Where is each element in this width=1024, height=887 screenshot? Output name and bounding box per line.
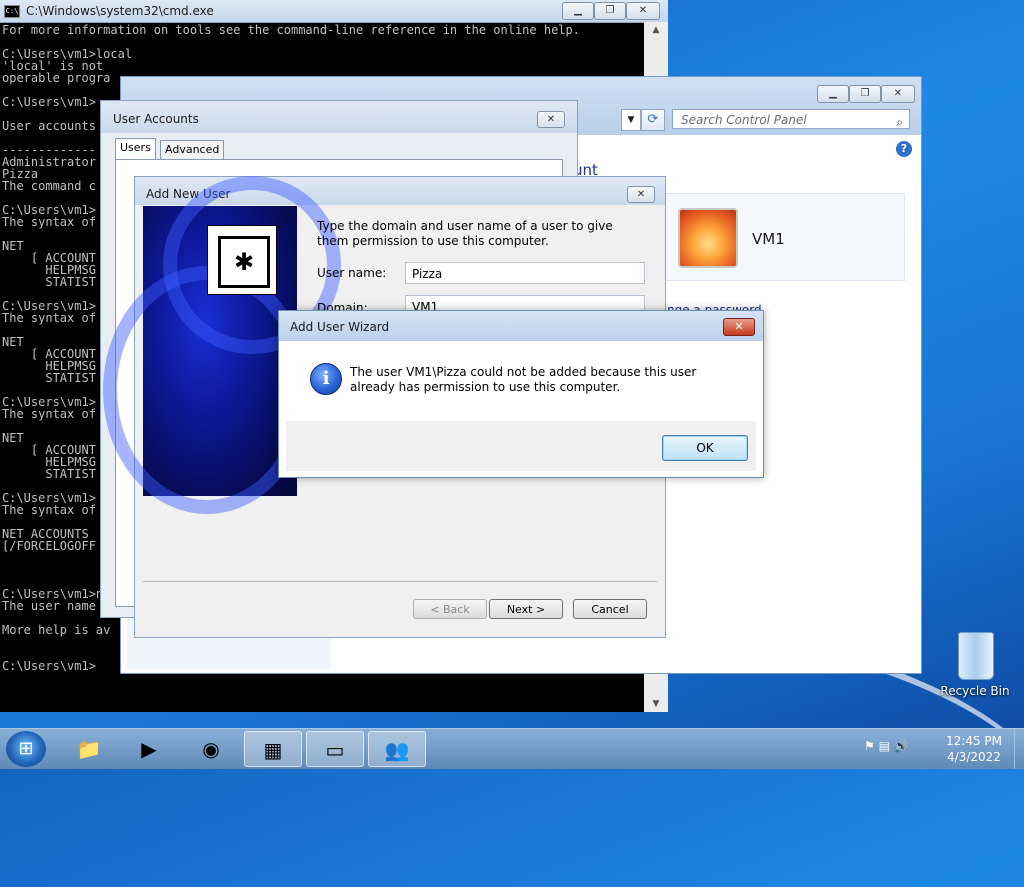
cp-user-tile[interactable]: VM1 xyxy=(663,193,905,281)
clock-date: 4/3/2022 xyxy=(947,750,1001,764)
recycle-bin[interactable]: Recycle Bin xyxy=(940,630,1010,710)
alert-titlebar[interactable]: Add User Wizard ✕ xyxy=(279,311,763,341)
cp-user-name: VM1 xyxy=(752,230,785,248)
search-placeholder: Search Control Panel xyxy=(681,113,807,127)
scroll-down-icon[interactable]: ▼ xyxy=(644,696,668,712)
media-player-icon[interactable]: ▶ xyxy=(120,731,178,767)
explorer-icon[interactable]: 📁 xyxy=(60,731,118,767)
user-accounts-icon[interactable]: 👥 xyxy=(368,731,426,767)
alert-title: Add User Wizard xyxy=(290,320,390,334)
recycle-bin-label: Recycle Bin xyxy=(940,684,1010,698)
volume-icon[interactable]: 🔊 xyxy=(894,739,909,753)
cmd-taskbar-icon[interactable]: ▭ xyxy=(306,731,364,767)
restore-icon[interactable]: ❐ xyxy=(594,2,626,20)
cp-maximize-icon[interactable]: ❐ xyxy=(849,85,881,103)
user-name-label: User name: xyxy=(317,266,387,280)
ok-button[interactable]: OK xyxy=(662,435,748,461)
show-desktop-button[interactable] xyxy=(1014,729,1024,769)
clock[interactable]: 12:45 PM 4/3/2022 xyxy=(934,733,1014,765)
minimize-icon[interactable]: ▁ xyxy=(562,2,594,20)
alert-close-icon[interactable]: ✕ xyxy=(723,318,755,336)
divider xyxy=(143,581,657,582)
cmd-title: C:\Windows\system32\cmd.exe xyxy=(26,4,214,18)
system-tray[interactable]: ⚑ ▤ 🔊 xyxy=(864,739,909,753)
help-icon[interactable]: ? xyxy=(896,141,912,157)
cancel-button[interactable]: Cancel xyxy=(573,599,647,619)
key-card-icon: ✱ xyxy=(207,225,277,295)
taskbar: ⊞ 📁 ▶ ◉ ▦ ▭ 👥 ⚑ ▤ 🔊 12:45 PM 4/3/2022 xyxy=(0,728,1024,769)
cmd-titlebar[interactable]: C:\ C:\Windows\system32\cmd.exe ▁ ❐ ✕ xyxy=(0,0,668,23)
cmd-icon: C:\ xyxy=(4,5,20,18)
anu-instruction: Type the domain and user name of a user … xyxy=(317,219,613,248)
tab-advanced[interactable]: Advanced xyxy=(160,140,225,159)
network-icon[interactable]: ▤ xyxy=(879,739,890,753)
close-icon[interactable]: ✕ xyxy=(626,2,660,20)
wizard-banner: ✱ xyxy=(103,176,341,514)
user-avatar xyxy=(678,208,738,268)
clock-time: 12:45 PM xyxy=(946,734,1002,748)
refresh-icon[interactable]: ⟳ xyxy=(641,109,665,131)
chrome-icon[interactable]: ◉ xyxy=(182,731,240,767)
add-user-wizard-alert[interactable]: Add User Wizard ✕ i The user VM1\Pizza c… xyxy=(278,310,764,478)
ua-close-icon[interactable]: ✕ xyxy=(537,111,565,128)
next-button[interactable]: Next > xyxy=(489,599,563,619)
address-dropdown-icon[interactable]: ▼ xyxy=(621,109,641,131)
cp-close-icon[interactable]: ✕ xyxy=(881,85,915,103)
cp-minimize-icon[interactable]: ▁ xyxy=(817,85,849,103)
action-center-icon[interactable]: ⚑ xyxy=(864,739,875,753)
anu-close-icon[interactable]: ✕ xyxy=(627,186,655,203)
search-input[interactable]: Search Control Panel ⌕ xyxy=(672,109,910,129)
alert-body: i The user VM1\Pizza could not be added … xyxy=(286,341,756,421)
alert-message: The user VM1\Pizza could not be added be… xyxy=(350,365,697,394)
search-icon[interactable]: ⌕ xyxy=(896,112,903,132)
back-button[interactable]: < Back xyxy=(413,599,487,619)
start-button[interactable]: ⊞ xyxy=(6,731,46,767)
recycle-bin-icon xyxy=(958,632,994,680)
user-name-field[interactable]: Pizza xyxy=(405,262,645,284)
scroll-up-icon[interactable]: ▲ xyxy=(644,22,668,38)
tab-users[interactable]: Users xyxy=(115,138,156,159)
info-icon: i xyxy=(310,363,342,395)
control-panel-icon[interactable]: ▦ xyxy=(244,731,302,767)
ua-titlebar[interactable]: User Accounts ✕ xyxy=(101,101,577,133)
ua-title: User Accounts xyxy=(113,112,199,126)
